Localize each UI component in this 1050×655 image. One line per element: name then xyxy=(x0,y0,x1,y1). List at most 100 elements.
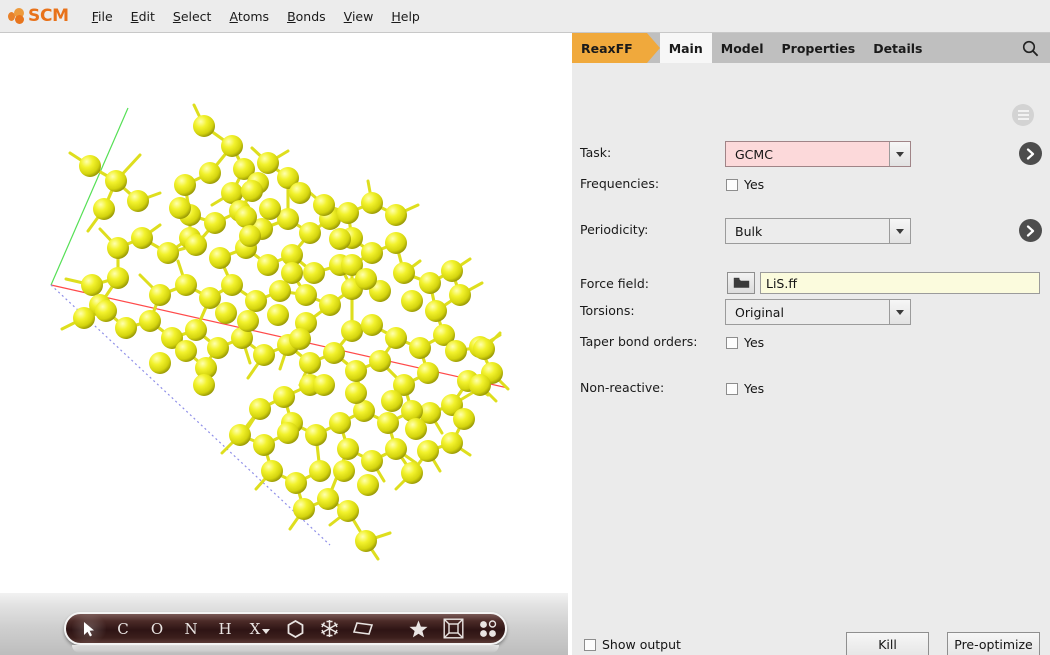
reaxff-settings-panel: ReaxFF Main Model Properties Details Ta xyxy=(572,33,1050,655)
menu-bonds[interactable]: Bonds xyxy=(278,6,335,27)
taper-bond-orders-checkbox-row[interactable]: Yes xyxy=(726,335,764,350)
non-reactive-checkbox-row[interactable]: Yes xyxy=(726,381,764,396)
module-tab-reaxff[interactable]: ReaxFF xyxy=(572,33,647,63)
folder-icon xyxy=(733,277,750,289)
other-element-tool-label: X xyxy=(250,620,261,638)
torsions-combobox-arrow[interactable] xyxy=(889,300,910,324)
menu-help[interactable]: Help xyxy=(382,6,429,27)
menu-file-label: ile xyxy=(98,9,113,24)
torsions-label-row: Torsions: xyxy=(580,303,635,318)
task-combobox-arrow[interactable] xyxy=(889,142,910,166)
taper-bond-orders-label: Taper bond orders: xyxy=(580,334,697,349)
pre-optimize-button[interactable]: Pre-optimize xyxy=(947,632,1040,655)
menu-bar: SCM File Edit Select Atoms Bonds View He… xyxy=(0,0,1050,33)
atom-tool-palette[interactable]: C O N H X xyxy=(64,612,507,645)
plane-tool-icon[interactable] xyxy=(346,614,380,643)
menu-view-label: iew xyxy=(352,9,373,24)
periodicity-label: Periodicity: xyxy=(580,222,648,237)
task-label-row: Task: xyxy=(580,145,611,160)
periodicity-combobox-arrow[interactable] xyxy=(889,219,910,243)
frequencies-checkbox-row[interactable]: Yes xyxy=(726,177,764,192)
hamburger-line-2 xyxy=(1018,114,1029,116)
hydrogen-tool[interactable]: H xyxy=(208,614,242,643)
torsions-value: Original xyxy=(726,300,889,324)
non-reactive-label-row: Non-reactive: xyxy=(580,380,664,395)
non-reactive-label: Non-reactive: xyxy=(580,380,664,395)
unit-cell-tool-icon[interactable] xyxy=(435,614,471,643)
search-button[interactable] xyxy=(1022,33,1050,63)
menu-atoms-label: toms xyxy=(238,9,269,24)
periodicity-combobox[interactable]: Bulk xyxy=(725,218,911,244)
chevron-down-icon xyxy=(896,310,904,315)
ring-tool-icon[interactable] xyxy=(278,614,312,643)
task-combobox[interactable]: GCMC xyxy=(725,141,911,167)
menu-help-label: elp xyxy=(401,9,420,24)
star-tool-icon[interactable] xyxy=(401,614,435,643)
task-label: Task: xyxy=(580,145,611,160)
chevron-right-icon xyxy=(1026,148,1035,160)
menu-bonds-label: onds xyxy=(296,9,326,24)
non-reactive-checkbox-label: Yes xyxy=(744,381,764,396)
carbon-tool[interactable]: C xyxy=(106,614,140,643)
kill-button[interactable]: Kill xyxy=(846,632,929,655)
non-reactive-checkbox[interactable] xyxy=(726,383,738,395)
snowflake-tool-icon[interactable] xyxy=(312,614,346,643)
force-field-label-row: Force field: xyxy=(580,276,649,291)
other-element-tool[interactable]: X xyxy=(242,614,278,643)
menu-select-label: elect xyxy=(181,9,212,24)
tab-details[interactable]: Details xyxy=(864,33,931,63)
dots-tool-icon[interactable] xyxy=(471,614,505,643)
menu-edit[interactable]: Edit xyxy=(122,6,164,27)
tab-bar: ReaxFF Main Model Properties Details xyxy=(572,33,1050,63)
oxygen-tool[interactable]: O xyxy=(140,614,174,643)
scm-logo-mark xyxy=(8,7,28,25)
force-field-label: Force field: xyxy=(580,276,649,291)
chevron-down-icon xyxy=(896,229,904,234)
menu-file[interactable]: File xyxy=(83,6,122,27)
tab-model[interactable]: Model xyxy=(712,33,773,63)
taper-bond-orders-label-row: Taper bond orders: xyxy=(580,334,697,349)
taper-bond-orders-checkbox-label: Yes xyxy=(744,335,764,350)
scm-logo-text: SCM xyxy=(28,6,69,26)
periodicity-label-row: Periodicity: xyxy=(580,222,648,237)
frequencies-checkbox-label: Yes xyxy=(744,177,764,192)
scm-logo: SCM xyxy=(8,4,69,28)
hamburger-line-3 xyxy=(1018,118,1029,120)
periodicity-value: Bulk xyxy=(726,219,889,243)
atom-spheres xyxy=(73,115,503,552)
molecule-render xyxy=(0,33,568,593)
menu-view[interactable]: View xyxy=(335,6,383,27)
chevron-down-icon xyxy=(262,629,270,634)
taper-bond-orders-checkbox[interactable] xyxy=(726,337,738,349)
application-window: SCM File Edit Select Atoms Bonds View He… xyxy=(0,0,1050,655)
menu-select[interactable]: Select xyxy=(164,6,221,27)
frequencies-checkbox[interactable] xyxy=(726,179,738,191)
torsions-label: Torsions: xyxy=(580,303,635,318)
select-arrow-icon[interactable] xyxy=(72,614,106,643)
nitrogen-tool[interactable]: N xyxy=(174,614,208,643)
tab-main[interactable]: Main xyxy=(660,33,712,63)
panel-menu-button[interactable] xyxy=(1012,104,1034,126)
hamburger-line-1 xyxy=(1018,110,1029,112)
frequencies-label: Frequencies: xyxy=(580,176,659,191)
force-field-browse-button[interactable] xyxy=(727,272,755,294)
torsions-combobox[interactable]: Original xyxy=(725,299,911,325)
toolbar-reflection xyxy=(72,645,499,653)
periodicity-detail-button[interactable] xyxy=(1019,219,1042,242)
chevron-down-icon xyxy=(896,152,904,157)
show-output-checkbox[interactable] xyxy=(584,639,596,651)
molecule-3d-viewport[interactable] xyxy=(0,33,568,593)
menu-atoms[interactable]: Atoms xyxy=(220,6,278,27)
frequencies-label-row: Frequencies: xyxy=(580,176,659,191)
tab-properties[interactable]: Properties xyxy=(773,33,865,63)
panel-footer: Show output Kill Pre-optimize xyxy=(572,623,1050,655)
chevron-right-icon xyxy=(1026,225,1035,237)
task-detail-button[interactable] xyxy=(1019,142,1042,165)
force-field-input[interactable]: LiS.ff xyxy=(760,272,1040,294)
search-icon xyxy=(1022,40,1039,57)
settings-form: Task: GCMC Frequencies: Yes Periodi xyxy=(572,63,1050,623)
show-output-row[interactable]: Show output xyxy=(584,637,681,652)
menu-edit-label: dit xyxy=(139,9,155,24)
task-value: GCMC xyxy=(726,142,889,166)
show-output-label: Show output xyxy=(602,637,681,652)
